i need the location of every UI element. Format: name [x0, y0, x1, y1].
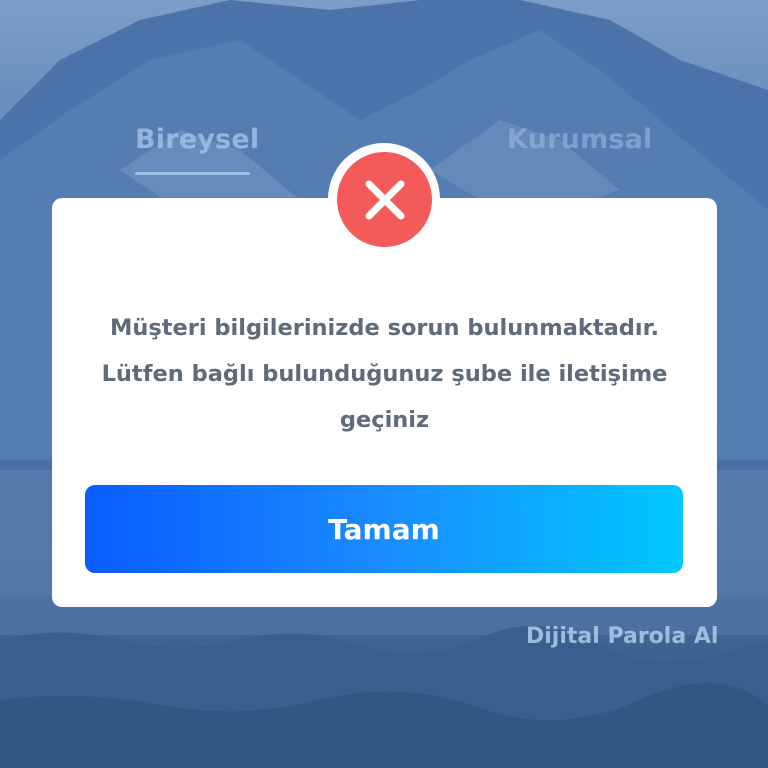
- tab-bireysel[interactable]: Bireysel: [135, 124, 259, 155]
- error-badge: [337, 152, 432, 247]
- dijital-parola-link[interactable]: Dijital Parola Al: [526, 624, 718, 649]
- message-line-2: Lütfen bağlı bulunduğunuz şube ile ileti…: [101, 361, 668, 387]
- close-icon: [365, 180, 404, 219]
- message-line-1: Müşteri bilgilerinizde sorun bulunmaktad…: [109, 315, 660, 341]
- login-screen: Bireysel Kurumsal Dijital Parola Al Müşt…: [0, 0, 768, 768]
- message-line-3: geçiniz: [339, 407, 430, 433]
- tab-kurumsal[interactable]: Kurumsal: [507, 124, 653, 155]
- active-tab-indicator: [135, 172, 250, 175]
- dialog-message: Müşteri bilgilerinizde sorun bulunmaktad…: [52, 305, 717, 443]
- ok-button[interactable]: Tamam: [85, 485, 683, 573]
